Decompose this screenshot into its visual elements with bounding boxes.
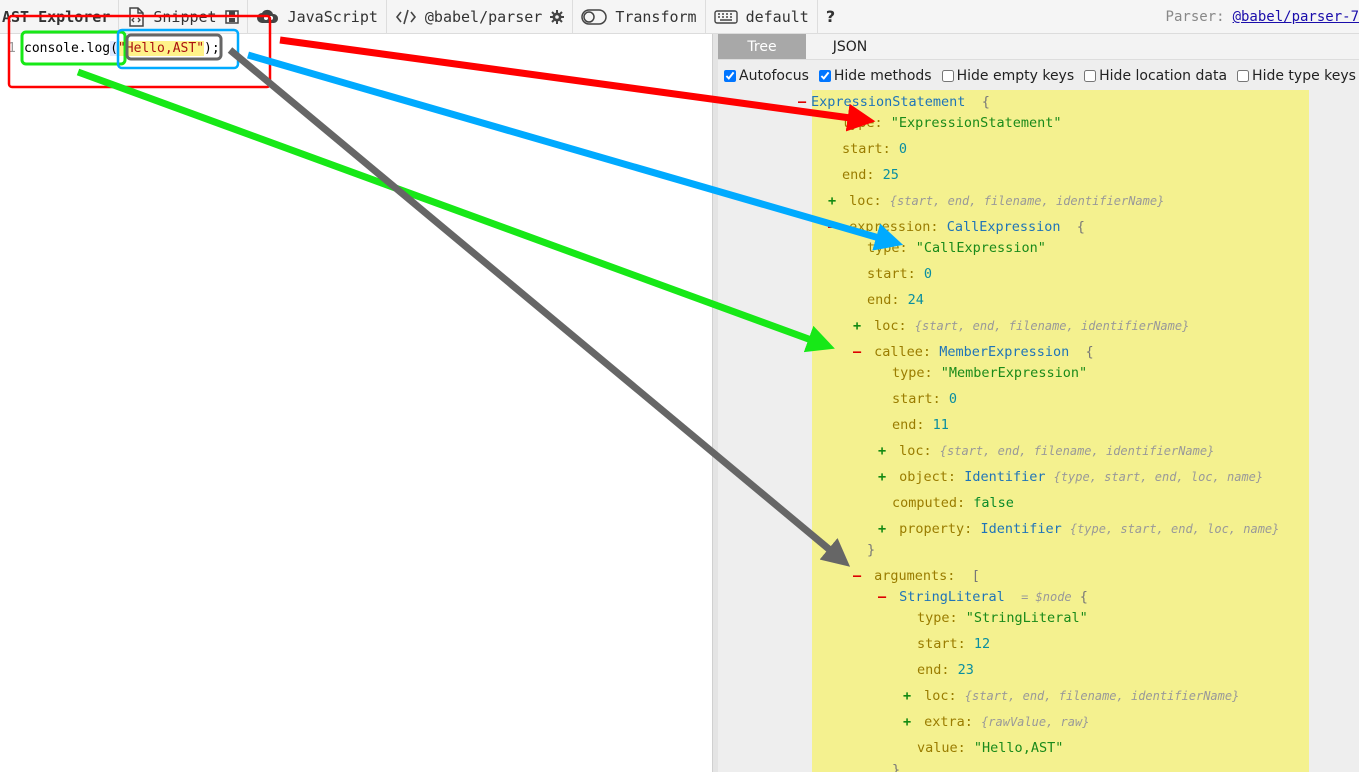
code-callee: console.log: [24, 40, 111, 56]
tree-prop-start: start: 12: [917, 636, 991, 652]
tree-node-callee[interactable]: – callee: MemberExpression {: [853, 342, 1094, 362]
parser-label: @babel/parser: [424, 7, 543, 26]
tree-prop-end: end: 23: [917, 662, 974, 678]
tree-prop-type: type: "StringLiteral": [917, 610, 1088, 626]
tree-prop-type: type: "CallExpression": [867, 240, 1046, 256]
collapse-icon[interactable]: –: [853, 342, 866, 362]
tree-prop-start: start: 0: [867, 266, 933, 282]
tree-prop-loc[interactable]: + loc: {start, end, filename, identifier…: [878, 441, 1214, 461]
hide-location-data-checkbox[interactable]: [1084, 70, 1097, 82]
transform-label: Transform: [615, 7, 697, 26]
option-hide-empty-keys[interactable]: Hide empty keys: [941, 68, 1075, 84]
option-autofocus[interactable]: Autofocus: [724, 68, 809, 84]
code-close: );: [204, 40, 220, 56]
gear-icon[interactable]: [550, 9, 565, 24]
option-hide-methods[interactable]: Hide methods: [818, 68, 932, 84]
tab-json[interactable]: JSON: [806, 34, 894, 59]
snippet-menu[interactable]: Snippet: [119, 0, 248, 34]
tree-prop-loc[interactable]: + loc: {start, end, filename, identifier…: [853, 316, 1189, 336]
keymap-select[interactable]: default: [706, 0, 818, 34]
app-title-text: AST Explorer: [2, 7, 111, 26]
hide-location-data-label: Hide location data: [1099, 68, 1228, 84]
expand-icon[interactable]: +: [853, 316, 866, 336]
tree-node-arguments[interactable]: – arguments: [: [853, 566, 980, 586]
hide-methods-checkbox[interactable]: [818, 70, 831, 82]
tree-prop-end: end: 25: [842, 167, 899, 183]
help-icon: ?: [825, 7, 836, 26]
hide-methods-label: Hide methods: [833, 68, 932, 84]
tree-prop-type: type: "ExpressionStatement": [842, 115, 1062, 131]
parser-info: Parser: @babel/parser-7: [1166, 0, 1359, 34]
tree-options: Autofocus Hide methods Hide empty keys H…: [724, 65, 1356, 87]
hide-empty-keys-checkbox[interactable]: [941, 70, 954, 82]
tree-node-expression[interactable]: – expression: CallExpression {: [828, 217, 1085, 237]
language-select[interactable]: JavaScript: [248, 0, 387, 34]
expand-icon[interactable]: +: [828, 191, 841, 211]
tree-prop-end: end: 24: [867, 292, 924, 308]
line-number: 1: [8, 40, 16, 56]
code-editor[interactable]: 1 console.log("Hello,AST");: [0, 34, 712, 772]
code-icon: [395, 8, 417, 26]
toolbar: AST Explorer Snippet JavaScript @babel/p…: [0, 0, 1359, 34]
tree-close-brace: }: [867, 542, 876, 558]
hide-empty-keys-label: Hide empty keys: [956, 68, 1075, 84]
output-pane: Tree JSON Autofocus Hide methods Hide em…: [718, 34, 1359, 772]
tree-prop-value: value: "Hello,AST": [917, 740, 1064, 756]
collapse-icon[interactable]: –: [798, 92, 811, 112]
brace: {: [981, 94, 990, 110]
tree-node-stringliteral[interactable]: – StringLiteral = $node {: [878, 587, 1088, 607]
expand-icon[interactable]: +: [903, 712, 916, 732]
autofocus-label: Autofocus: [739, 68, 809, 84]
expand-icon[interactable]: +: [878, 467, 891, 487]
code-paren: (: [110, 40, 118, 56]
collapse-icon[interactable]: –: [828, 217, 841, 237]
ast-tree: – ExpressionStatement { type: "Expression…: [798, 90, 1309, 772]
cloud-icon: [256, 8, 280, 26]
collapse-icon[interactable]: –: [878, 587, 891, 607]
tree-node-root[interactable]: – ExpressionStatement {: [798, 92, 990, 112]
node-type: ExpressionStatement: [811, 94, 966, 110]
tree-prop-end: end: 11: [892, 417, 949, 433]
option-hide-type-keys[interactable]: Hide type keys: [1237, 68, 1356, 84]
file-code-icon: [127, 6, 145, 27]
hide-type-keys-checkbox[interactable]: [1237, 70, 1250, 82]
parser-version-link[interactable]: @babel/parser-7: [1233, 9, 1359, 25]
tree-prop-object[interactable]: + object: Identifier {type, start, end, …: [878, 467, 1263, 487]
tree-prop-computed: computed: false: [892, 495, 1014, 511]
parser-select[interactable]: @babel/parser: [387, 0, 574, 34]
tree-prop-extra[interactable]: + extra: {rawValue, raw}: [903, 712, 1089, 732]
keyboard-icon: [713, 9, 738, 25]
keymap-label: default: [745, 7, 809, 26]
hide-type-keys-label: Hide type keys: [1252, 68, 1356, 84]
autofocus-checkbox[interactable]: [724, 70, 736, 82]
tree-prop-loc[interactable]: + loc: {start, end, filename, identifier…: [828, 191, 1164, 211]
language-label: JavaScript: [287, 7, 378, 26]
tree-prop-start: start: 0: [892, 391, 958, 407]
expand-icon[interactable]: +: [878, 519, 891, 539]
help-button[interactable]: ?: [818, 0, 843, 34]
tree-prop-start: start: 0: [842, 141, 908, 157]
expand-icon[interactable]: +: [878, 441, 891, 461]
option-hide-location-data[interactable]: Hide location data: [1084, 68, 1227, 84]
code-string-literal: "Hello,AST": [117, 40, 205, 56]
save-icon[interactable]: [224, 9, 239, 24]
app-title[interactable]: AST Explorer: [0, 0, 120, 34]
code-line: 1 console.log("Hello,AST");: [0, 39, 220, 57]
tree-close-brace: }: [892, 762, 901, 772]
output-tabs: Tree JSON: [718, 34, 1359, 60]
tree-prop-type: type: "MemberExpression": [892, 365, 1088, 381]
toggle-icon: [581, 8, 608, 25]
tree-prop-property[interactable]: + property: Identifier {type, start, end…: [878, 519, 1279, 539]
collapse-icon[interactable]: –: [853, 566, 866, 586]
snippet-label: Snippet: [153, 7, 217, 26]
tree-prop-loc[interactable]: + loc: {start, end, filename, identifier…: [903, 686, 1239, 706]
tab-tree[interactable]: Tree: [718, 34, 806, 59]
parser-info-label: Parser:: [1165, 9, 1225, 25]
expand-icon[interactable]: +: [903, 686, 916, 706]
transform-toggle[interactable]: Transform: [573, 0, 706, 34]
